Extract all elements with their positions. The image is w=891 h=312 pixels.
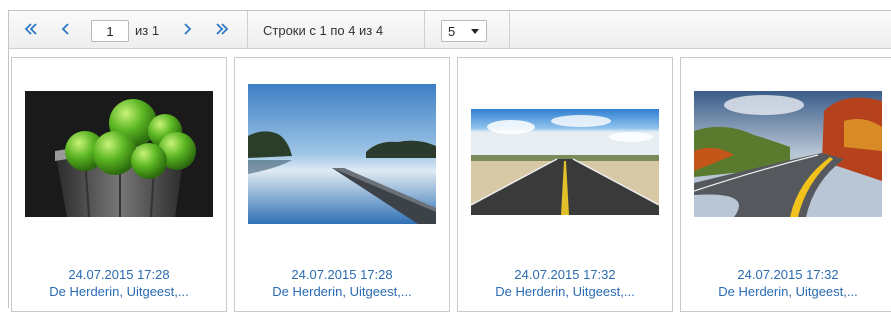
- double-chevron-right-icon: [216, 23, 229, 35]
- gallery-frame: из 1 Строки с 1 по 4 из 4 5: [8, 10, 891, 312]
- photo-date: 24.07.2015 17:32: [737, 267, 839, 282]
- chevron-right-icon: [184, 23, 192, 35]
- first-page-button[interactable]: [21, 19, 41, 41]
- photo-location: De Herderin, Uitgeest,...: [272, 284, 412, 299]
- pager-divider: [509, 11, 510, 48]
- page-size-value: 5: [448, 24, 456, 39]
- previous-page-button[interactable]: [56, 19, 76, 41]
- photo-thumbnail: [248, 84, 436, 224]
- gallery-card[interactable]: 24.07.2015 17:28 De Herderin, Uitgeest,.…: [11, 57, 227, 312]
- photo-thumbnail: [25, 91, 213, 217]
- gallery-card[interactable]: 24.07.2015 17:32 De Herderin, Uitgeest,.…: [457, 57, 673, 312]
- rows-range-label: Строки с 1 по 4 из 4: [263, 23, 384, 38]
- gallery-card[interactable]: 24.07.2015 17:32 De Herderin, Uitgeest,.…: [680, 57, 891, 312]
- photo-date: 24.07.2015 17:28: [291, 267, 393, 282]
- chevron-left-icon: [61, 23, 69, 35]
- next-page-button[interactable]: [177, 19, 197, 41]
- double-chevron-left-icon: [24, 23, 37, 35]
- thumbnail-grid: 24.07.2015 17:28 De Herderin, Uitgeest,.…: [9, 49, 891, 312]
- card-caption: 24.07.2015 17:32 De Herderin, Uitgeest,.…: [458, 266, 672, 300]
- page-size-select[interactable]: 5: [441, 20, 487, 42]
- photo-location: De Herderin, Uitgeest,...: [495, 284, 635, 299]
- photo-thumbnail: [694, 91, 882, 217]
- pager-divider: [247, 11, 248, 48]
- card-caption: 24.07.2015 17:28 De Herderin, Uitgeest,.…: [235, 266, 449, 300]
- pagination-bar: из 1 Строки с 1 по 4 из 4 5: [9, 11, 891, 49]
- gallery-card[interactable]: 24.07.2015 17:28 De Herderin, Uitgeest,.…: [234, 57, 450, 312]
- card-caption: 24.07.2015 17:28 De Herderin, Uitgeest,.…: [12, 266, 226, 300]
- photo-location: De Herderin, Uitgeest,...: [718, 284, 858, 299]
- photo-thumbnail: [471, 109, 659, 215]
- last-page-button[interactable]: [212, 19, 232, 41]
- page-count-label: из 1: [135, 23, 160, 38]
- caret-down-icon: [471, 29, 479, 34]
- photo-date: 24.07.2015 17:32: [514, 267, 616, 282]
- page-number-input[interactable]: [91, 20, 129, 42]
- photo-location: De Herderin, Uitgeest,...: [49, 284, 189, 299]
- photo-date: 24.07.2015 17:28: [68, 267, 170, 282]
- card-caption: 24.07.2015 17:32 De Herderin, Uitgeest,.…: [681, 266, 891, 300]
- pager-divider: [424, 11, 425, 48]
